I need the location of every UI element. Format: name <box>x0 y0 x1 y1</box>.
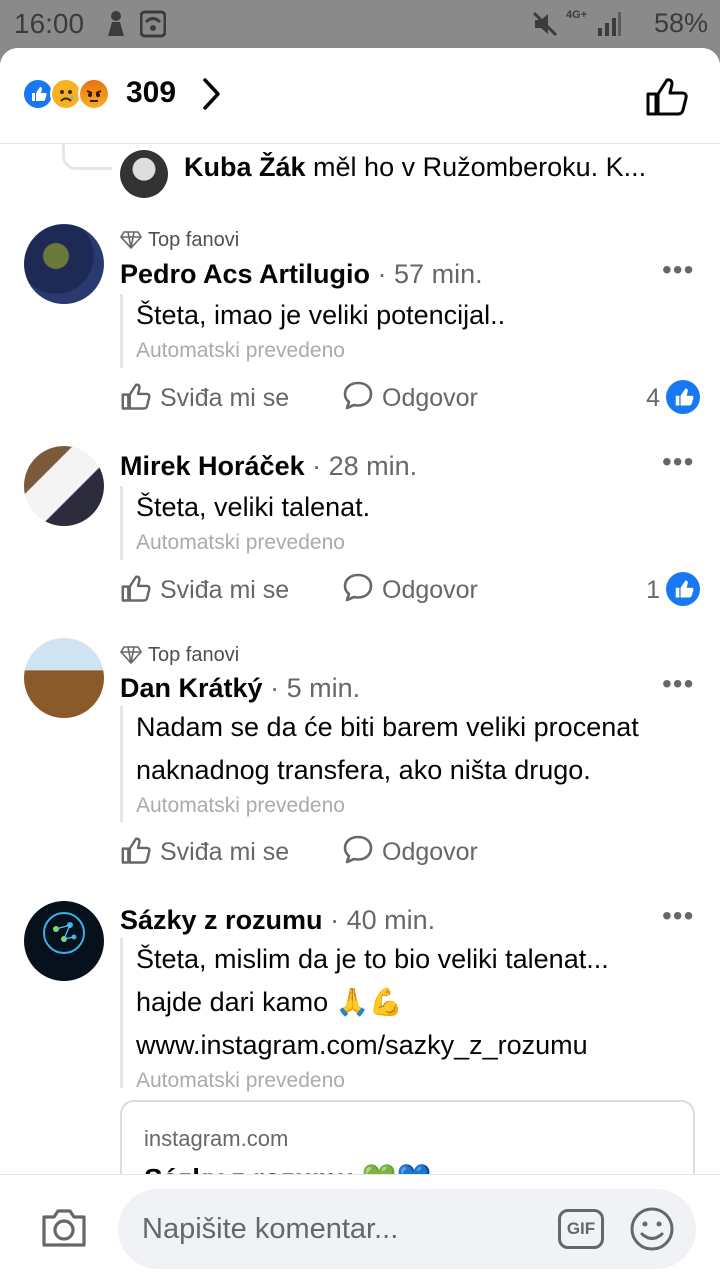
top-fan-badge: Top fanovi <box>120 644 239 667</box>
notification-icon <box>104 10 128 43</box>
more-options-icon[interactable]: ••• <box>662 900 694 932</box>
translated-label[interactable]: Automatski prevedeno <box>136 531 370 555</box>
reaction-count[interactable]: 309 <box>126 76 176 110</box>
like-badge-icon <box>666 380 700 414</box>
chevron-right-icon[interactable] <box>198 76 224 117</box>
badge-label: Top fanovi <box>148 229 240 251</box>
author-name[interactable]: Pedro Acs Artilugio <box>120 259 370 289</box>
like-count-value: 1 <box>646 576 660 604</box>
comment-text-line: naknadnog transfera, ako ništa drugo. <box>136 755 591 785</box>
comment-composer: Napišite komentar... GIF <box>0 1174 720 1280</box>
comment-text-line: hajde dari kamo 🙏💪 <box>136 987 403 1017</box>
comment-actions: Sviđa mi se Odgovor 1 <box>120 572 700 612</box>
comment-body: Šteta, veliki talenat. Automatski preved… <box>120 486 370 560</box>
comment-author-line: Dan Krátký · 5 min. <box>120 673 360 704</box>
like-badge-icon <box>666 572 700 606</box>
like-label: Sviđa mi se <box>160 838 290 866</box>
reply-icon <box>343 573 373 602</box>
like-button[interactable]: Sviđa mi se <box>120 572 289 605</box>
battery-level: 58% <box>653 8 708 38</box>
emoji-icon[interactable] <box>628 1205 676 1258</box>
comment-text-line: Nadam se da će biti barem veliki procena… <box>136 712 639 742</box>
like-button[interactable]: Sviđa mi se <box>120 834 289 867</box>
like-post-button[interactable] <box>644 74 690 123</box>
top-fan-badge: Top fanovi <box>120 229 239 252</box>
reply-icon <box>343 381 373 410</box>
translated-label[interactable]: Automatski prevedeno <box>136 1069 609 1093</box>
translated-label[interactable]: Automatski prevedeno <box>136 339 505 363</box>
comment-author-line: Pedro Acs Artilugio · 57 min. <box>120 259 483 290</box>
avatar[interactable] <box>24 901 104 981</box>
comments-sheet: 309 Kuba Žák měl ho v Ružomberoku. K... … <box>0 48 720 1280</box>
comment-actions: Sviđa mi se Odgovor 4 <box>120 380 700 420</box>
reply-label: Odgovor <box>382 838 478 866</box>
comment-time: · 40 min. <box>330 905 436 935</box>
comment-body: Nadam se da će biti barem veliki procena… <box>120 706 639 822</box>
diamond-icon <box>120 231 142 250</box>
wifi-icon <box>139 10 167 43</box>
more-options-icon[interactable]: ••• <box>662 446 694 478</box>
author-name[interactable]: Mirek Horáček <box>120 451 305 481</box>
camera-icon[interactable] <box>40 1207 88 1254</box>
reply-button[interactable]: Odgovor <box>342 572 478 605</box>
badge-label: Top fanovi <box>148 644 240 666</box>
comment-time: · 28 min. <box>312 451 418 481</box>
comment-actions: Sviđa mi se Odgovor <box>120 834 700 874</box>
diamond-icon <box>120 646 142 665</box>
like-icon <box>121 383 151 410</box>
like-icon <box>121 837 151 864</box>
reply-button[interactable]: Odgovor <box>342 834 478 867</box>
comment-placeholder: Napišite komentar... <box>142 1213 399 1245</box>
translated-label[interactable]: Automatski prevedeno <box>136 794 639 818</box>
comment-time: · 5 min. <box>270 673 361 703</box>
link-domain: instagram.com <box>144 1126 289 1151</box>
comment-text: Šteta, imao je veliki potencijal.. <box>136 300 506 330</box>
comment-link[interactable]: www.instagram.com/sazky_z_rozumu <box>136 1024 609 1067</box>
more-options-icon[interactable]: ••• <box>662 254 694 286</box>
like-count-value: 4 <box>646 384 660 412</box>
gif-button[interactable]: GIF <box>558 1209 604 1249</box>
more-options-icon[interactable]: ••• <box>662 668 694 700</box>
comment-body: Šteta, mislim da je to bio veliki talena… <box>120 938 609 1092</box>
avatar[interactable] <box>24 446 104 526</box>
status-time: 16:00 <box>14 8 85 39</box>
comment-like-count[interactable]: 1 <box>646 572 700 606</box>
brain-logo-icon <box>43 912 85 954</box>
reply-icon <box>343 835 373 864</box>
avatar[interactable] <box>120 150 168 198</box>
comment-author-line: Sázky z rozumu · 40 min. <box>120 905 435 936</box>
reply-label: Odgovor <box>382 576 478 604</box>
comment-input[interactable]: Napišite komentar... GIF <box>118 1189 696 1269</box>
comment-text-line: Šteta, mislim da je to bio veliki talena… <box>136 944 609 974</box>
avatar[interactable] <box>24 638 104 718</box>
comment-like-count[interactable]: 4 <box>646 380 700 414</box>
signal-icon <box>596 10 622 43</box>
like-label: Sviđa mi se <box>160 384 290 412</box>
reactions-header: 309 <box>0 48 720 144</box>
like-icon <box>121 575 151 602</box>
network-label: 4G+ <box>566 9 588 21</box>
status-bar: 16:00 4G+ 58% <box>0 0 720 48</box>
reply-label: Odgovor <box>382 384 478 412</box>
thread-line <box>62 144 112 170</box>
like-button[interactable]: Sviđa mi se <box>120 380 289 413</box>
comment-time: · 57 min. <box>377 259 483 289</box>
author-name[interactable]: Dan Krátký <box>120 673 263 703</box>
reply-snippet: měl ho v Ružomberoku. K... <box>313 152 647 182</box>
reply-author: Kuba Žák <box>184 152 306 182</box>
reply-preview[interactable]: Kuba Žák měl ho v Ružomberoku. K... <box>184 152 684 183</box>
avatar[interactable] <box>24 224 104 304</box>
reply-button[interactable]: Odgovor <box>342 380 478 413</box>
angry-reaction-icon <box>78 78 110 110</box>
author-name[interactable]: Sázky z rozumu <box>120 905 323 935</box>
comment-author-line: Mirek Horáček · 28 min. <box>120 451 417 482</box>
like-label: Sviđa mi se <box>160 576 290 604</box>
comment-text: Šteta, veliki talenat. <box>136 492 371 522</box>
mute-icon <box>532 10 558 43</box>
comment-body: Šteta, imao je veliki potencijal.. Autom… <box>120 294 505 368</box>
